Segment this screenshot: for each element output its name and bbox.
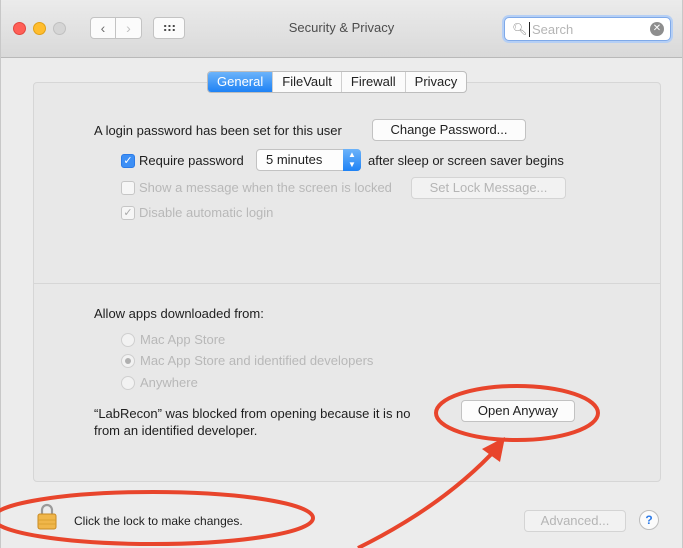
disable-auto-login-checkbox[interactable]: ✓ <box>121 206 135 220</box>
section-divider <box>34 283 660 284</box>
radio-selected-dot <box>125 358 131 364</box>
lock-hint-text: Click the lock to make changes. <box>74 514 243 528</box>
change-password-button[interactable]: Change Password... <box>372 119 526 141</box>
search-icon: 🔍︎ <box>512 22 528 36</box>
allow-apps-heading: Allow apps downloaded from: <box>94 306 264 321</box>
radio-identified-developers-label: Mac App Store and identified developers <box>140 353 374 368</box>
text-caret <box>529 22 530 37</box>
disable-auto-login-label: Disable automatic login <box>139 205 274 220</box>
radio-mac-app-store[interactable] <box>121 333 135 347</box>
radio-anywhere[interactable] <box>121 376 135 390</box>
login-password-text: A login password has been set for this u… <box>94 123 342 138</box>
open-anyway-button[interactable]: Open Anyway <box>461 400 575 422</box>
updown-arrows-icon: ▲ ▼ <box>343 149 361 171</box>
tab-privacy[interactable]: Privacy <box>404 72 467 92</box>
tab-filevault[interactable]: FileVault <box>272 72 341 92</box>
settings-panel <box>33 82 661 482</box>
radio-anywhere-label: Anywhere <box>140 375 198 390</box>
show-message-checkbox[interactable] <box>121 181 135 195</box>
lock-icon[interactable] <box>37 502 57 530</box>
search-placeholder: Search <box>532 22 574 37</box>
security-privacy-window: ‹ › Security & Privacy 🔍︎ Search ✕ Gener… <box>0 0 683 548</box>
after-sleep-text: after sleep or screen saver begins <box>368 153 564 168</box>
clear-search-icon[interactable]: ✕ <box>650 22 664 36</box>
tab-firewall[interactable]: Firewall <box>340 72 405 92</box>
password-delay-value: 5 minutes <box>266 152 323 167</box>
blocked-message-line2: from an identified developer. <box>94 423 258 438</box>
password-delay-select[interactable]: 5 minutes ▲ ▼ <box>256 149 361 171</box>
require-password-label: Require password <box>139 153 244 168</box>
search-field[interactable]: 🔍︎ Search ✕ <box>504 17 671 41</box>
advanced-button[interactable]: Advanced... <box>524 510 626 532</box>
tab-bar: General FileVault Firewall Privacy <box>207 71 468 93</box>
set-lock-message-button[interactable]: Set Lock Message... <box>411 177 566 199</box>
radio-mac-app-store-label: Mac App Store <box>140 332 226 347</box>
help-button[interactable]: ? <box>639 510 659 530</box>
radio-identified-developers[interactable] <box>121 354 135 368</box>
blocked-message-line1: “LabRecon” was blocked from opening beca… <box>94 406 411 421</box>
title-bar: ‹ › Security & Privacy 🔍︎ Search ✕ <box>1 0 682 58</box>
show-message-label: Show a message when the screen is locked <box>139 180 392 195</box>
require-password-checkbox[interactable]: ✓ <box>121 154 135 168</box>
tab-general[interactable]: General <box>208 72 273 92</box>
